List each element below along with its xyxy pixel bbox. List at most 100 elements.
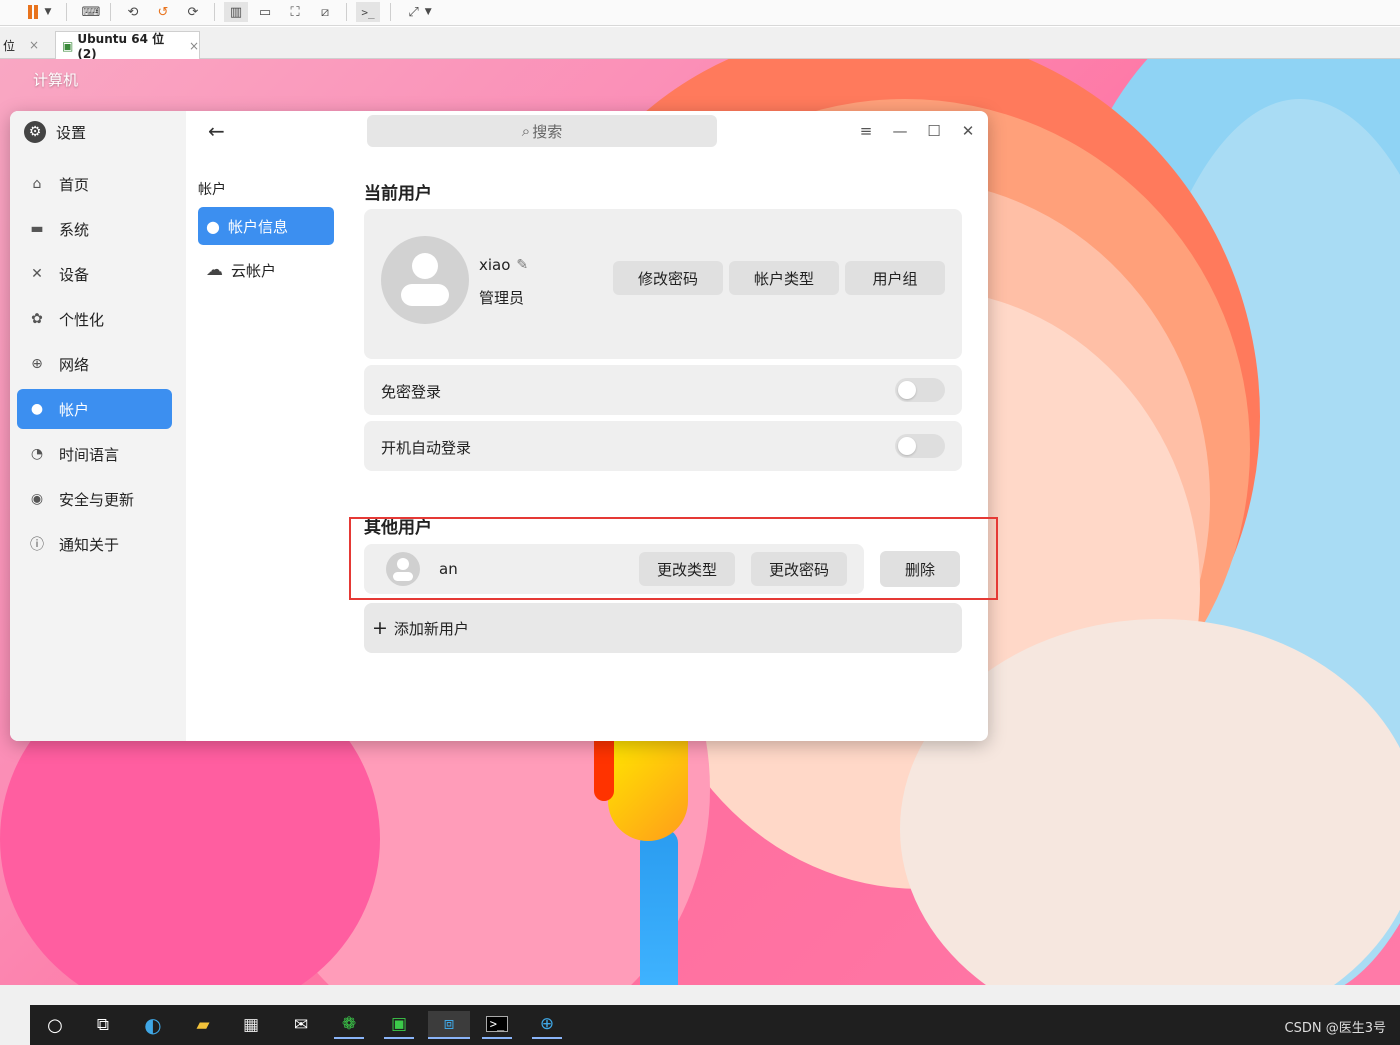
account-type-button[interactable]: 帐户类型 <box>729 261 839 295</box>
palette-icon: ✿ <box>31 311 43 327</box>
shield-icon: ◉ <box>30 491 44 507</box>
nav-item-network[interactable]: ⊕ 网络 <box>17 344 172 384</box>
back-button[interactable]: ← <box>208 119 225 143</box>
nav-item-label: 系统 <box>59 220 90 239</box>
desktop-computer-label[interactable]: 计算机 <box>33 69 78 90</box>
terminal-taskbar-button[interactable]: >_ <box>482 1011 512 1039</box>
user-group-button[interactable]: 用户组 <box>845 261 945 295</box>
snapshot-button[interactable]: ⟲ <box>122 2 144 22</box>
cloud-icon: ☁ <box>206 260 223 280</box>
taskbar-tray-text: CSDN @医生3号 <box>1284 1021 1386 1036</box>
nav-item-personalization[interactable]: ✿ 个性化 <box>17 299 172 339</box>
nav-item-system[interactable]: ▬ 系统 <box>17 209 172 249</box>
stretch-button[interactable]: ⤢ ▼ <box>400 2 440 22</box>
highlight-annotation-box <box>349 517 998 600</box>
clock-icon: ◔ <box>30 446 44 462</box>
home-icon: ⌂ <box>32 176 42 192</box>
wechat-button[interactable]: ❁ <box>334 1011 364 1039</box>
add-user-button[interactable]: + 添加新用户 <box>364 603 962 653</box>
chevron-down-icon: ▼ <box>424 7 432 17</box>
console-view-icon: ▭ <box>258 4 272 20</box>
close-icon[interactable]: × <box>189 39 199 53</box>
vmware-button[interactable]: ⧈ <box>428 1011 470 1039</box>
app-title: 设置 <box>56 123 87 142</box>
avatar[interactable] <box>381 236 469 324</box>
passwordless-login-toggle[interactable] <box>895 378 945 402</box>
vm-tab-label: 位 <box>3 38 16 53</box>
fullscreen-button[interactable]: ⛶ <box>284 2 306 22</box>
sub-item-label: 云帐户 <box>231 261 277 280</box>
passwordless-login-row: 免密登录 <box>364 365 962 415</box>
circle-icon: ○ <box>47 1014 63 1036</box>
vm-tab-bar: 位 × ▣ Ubuntu 64 位 (2) × <box>0 27 1400 61</box>
mail-button[interactable]: ✉ <box>286 1011 316 1039</box>
store-button[interactable]: ▦ <box>236 1011 266 1039</box>
nav-item-label: 首页 <box>59 175 90 194</box>
chevron-down-icon: ▼ <box>44 7 52 17</box>
library-view-icon: ▥ <box>229 4 243 20</box>
change-password-button[interactable]: 修改密码 <box>613 261 723 295</box>
account-content: 当前用户 xiao ✎ 管理员 修改密码 帐户类型 用户组 免密登录 开机自动登… <box>364 111 988 741</box>
unity-icon: ⧄ <box>320 4 330 20</box>
current-user-title: 当前用户 <box>364 184 432 204</box>
snapshot-icon: ⟲ <box>127 4 139 20</box>
remote-desktop-button[interactable]: ▣ <box>384 1011 414 1039</box>
manage-snapshots-icon: ⟳ <box>187 4 199 20</box>
nav-item-time-language[interactable]: ◔ 时间语言 <box>17 434 172 474</box>
wechat-icon: ❁ <box>341 1014 357 1034</box>
revert-snapshot-button[interactable]: ↺ <box>152 2 174 22</box>
windows-taskbar: ○ ⧉ ◐ ▰ ▦ ✉ ❁ ▣ ⧈ >_ ⊕ CSDN @医生3号 <box>30 1005 1400 1045</box>
vm-tab-ubuntu[interactable]: ▣ Ubuntu 64 位 (2) × <box>55 31 200 61</box>
edge-button[interactable]: ◐ <box>138 1011 168 1039</box>
nav-item-security-update[interactable]: ◉ 安全与更新 <box>17 479 172 519</box>
sub-item-label: 帐户信息 <box>227 217 288 236</box>
user-icon: ● <box>206 216 220 236</box>
vmware-icon: ⧈ <box>443 1014 455 1034</box>
nav-item-notifications-about[interactable]: ⓘ 通知关于 <box>17 524 172 564</box>
sub-item-account-info[interactable]: ● 帐户信息 <box>198 207 334 245</box>
vm-running-icon: ▣ <box>62 38 74 53</box>
nav-item-label: 安全与更新 <box>59 490 135 509</box>
passwordless-login-label: 免密登录 <box>381 383 442 401</box>
nav-item-devices[interactable]: ✕ 设备 <box>17 254 172 294</box>
network-app-button[interactable]: ⊕ <box>532 1011 562 1039</box>
device-icon: ✕ <box>31 266 43 282</box>
monitor-icon: ▬ <box>30 221 44 237</box>
arrow-left-icon: ← <box>208 119 225 143</box>
pause-button[interactable]: ▼ <box>22 2 56 22</box>
revert-snapshot-icon: ↺ <box>157 4 169 20</box>
nav-item-accounts[interactable]: ● 帐户 <box>17 389 172 429</box>
edge-icon: ◐ <box>144 1013 162 1037</box>
globe-icon: ⊕ <box>539 1014 555 1034</box>
close-icon[interactable]: × <box>29 38 39 52</box>
nav-item-home[interactable]: ⌂ 首页 <box>17 164 172 204</box>
edit-pencil-icon[interactable]: ✎ <box>516 257 528 273</box>
vm-tab-previous[interactable]: 位 × <box>0 31 50 59</box>
vm-toolbar: ▼ ⌨ ⟲ ↺ ⟳ ▥ ▭ ⛶ ⧄ >_ ⤢ ▼ <box>0 0 1400 26</box>
nav-item-label: 帐户 <box>59 400 90 419</box>
stretch-icon: ⤢ <box>408 4 419 20</box>
user-role: 管理员 <box>479 289 525 307</box>
monitor-icon: ▣ <box>390 1014 408 1034</box>
send-keys-icon: ⌨ <box>81 4 101 20</box>
auto-login-toggle[interactable] <box>895 434 945 458</box>
nav-panel: ⚙ 设置 ⌂ 首页 ▬ 系统 ✕ 设备 ✿ 个性化 ⊕ 网络 ● 帐户 ◔ 时间… <box>10 111 186 741</box>
store-icon: ▦ <box>242 1015 260 1035</box>
nav-item-label: 个性化 <box>59 310 105 329</box>
vm-tab-label: Ubuntu 64 位 (2) <box>77 32 165 61</box>
task-view-button[interactable]: ⧉ <box>88 1011 118 1039</box>
auto-login-label: 开机自动登录 <box>381 439 472 457</box>
sub-item-cloud-account[interactable]: ☁ 云帐户 <box>198 251 334 289</box>
unity-button[interactable]: ⧄ <box>314 2 336 22</box>
pause-icon <box>27 5 32 19</box>
cortana-button[interactable]: ○ <box>40 1011 70 1039</box>
manage-snapshots-button[interactable]: ⟳ <box>182 2 204 22</box>
library-view-button[interactable]: ▥ <box>224 2 248 22</box>
console-view-button[interactable]: ▭ <box>254 2 276 22</box>
user-name-row: xiao ✎ <box>479 256 528 274</box>
sub-panel-title: 帐户 <box>198 182 226 198</box>
terminal-button[interactable]: >_ <box>356 2 380 22</box>
user-name: xiao <box>479 256 511 274</box>
file-explorer-button[interactable]: ▰ <box>188 1011 218 1039</box>
send-keys-button[interactable]: ⌨ <box>80 2 102 22</box>
